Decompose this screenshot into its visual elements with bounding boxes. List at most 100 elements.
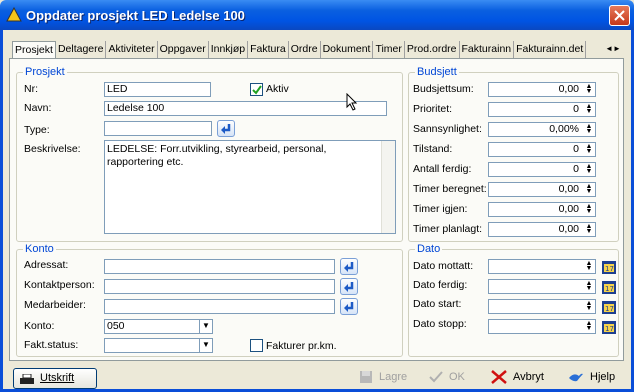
dato-mottatt-label: Dato mottatt:	[413, 260, 474, 272]
spinner-arrows-icon[interactable]: ▲ ▼	[584, 103, 594, 115]
tab-aktiviteter[interactable]: Aktiviteter	[106, 41, 158, 59]
spinner-arrows-icon[interactable]: ▲ ▼	[584, 163, 594, 175]
window-border-left	[0, 30, 3, 392]
beskrivelse-scrollbar[interactable]	[381, 141, 395, 233]
fakturer-pr-km-label: Fakturer pr.km.	[266, 340, 337, 352]
dato-stopp-label: Dato stopp:	[413, 318, 467, 330]
adressat-field[interactable]	[104, 259, 335, 274]
prosjekt-legend: Prosjekt	[23, 66, 67, 78]
tab-ordre[interactable]: Ordre	[289, 41, 321, 59]
print-button[interactable]: Utskrift	[13, 368, 97, 389]
spinner-arrows-icon[interactable]: ▲ ▼	[584, 83, 594, 95]
tab-dokument[interactable]: Dokument	[321, 41, 374, 59]
sannsynlighet-field[interactable]: 0,00% ▲ ▼	[488, 122, 596, 137]
timer-beregnet-field[interactable]: 0,00 ▲ ▼	[488, 182, 596, 197]
lookup-arrow-icon	[344, 262, 354, 272]
lookup-arrow-icon	[344, 282, 354, 292]
timer-planlagt-field[interactable]: 0,00 ▲ ▼	[488, 222, 596, 237]
svg-text:17: 17	[605, 265, 614, 273]
tab-innkjop[interactable]: Innkjøp	[209, 41, 249, 59]
dato-stopp-field[interactable]: ▲ ▼	[488, 319, 596, 334]
tab-timer[interactable]: Timer	[373, 41, 405, 59]
budsjettsum-value: 0,00	[558, 83, 579, 95]
ok-label: OK	[449, 371, 465, 383]
nr-field[interactable]: LED	[104, 82, 211, 97]
spinner-arrows-icon[interactable]: ▲ ▼	[584, 183, 594, 195]
spinner-arrows-icon[interactable]: ▲ ▼	[584, 203, 594, 215]
budsjett-legend: Budsjett	[415, 66, 459, 78]
tab-oppgaver[interactable]: Oppgaver	[158, 41, 209, 59]
save-label: Lagre	[379, 371, 408, 383]
spinner-arrows-icon[interactable]: ▲ ▼	[584, 280, 594, 292]
window-title: Oppdater prosjekt LED Ledelse 100	[26, 8, 245, 23]
timer-planlagt-label: Timer planlagt:	[413, 223, 483, 235]
adressat-label: Adressat:	[24, 259, 69, 271]
fakturer-pr-km-checkbox[interactable]	[250, 339, 263, 352]
beskrivelse-textarea[interactable]: LEDELSE: Forr.utvikling, styrearbeid, pe…	[104, 140, 396, 234]
calendar-icon[interactable]: 17	[601, 279, 617, 295]
tab-faktura[interactable]: Faktura	[248, 41, 289, 59]
tab-scroll-arrows[interactable]: ◄►	[604, 42, 622, 56]
type-label: Type:	[24, 124, 50, 136]
tilstand-field[interactable]: 0 ▲ ▼	[488, 142, 596, 157]
spinner-arrows-icon[interactable]: ▲ ▼	[584, 300, 594, 312]
lookup-arrow-icon	[221, 124, 231, 134]
cancel-label: Avbryt	[513, 371, 544, 383]
dato-ferdig-label: Dato ferdig:	[413, 279, 468, 291]
konto-value: 050	[107, 320, 125, 332]
spinner-arrows-icon[interactable]: ▲ ▼	[584, 143, 594, 155]
timer-planlagt-value: 0,00	[558, 223, 579, 235]
tab-deltagere[interactable]: Deltagere	[56, 41, 107, 59]
spinner-arrows-icon[interactable]: ▲ ▼	[584, 223, 594, 235]
prioritet-field[interactable]: 0 ▲ ▼	[488, 102, 596, 117]
type-lookup-button[interactable]	[217, 120, 235, 137]
lookup-arrow-icon	[344, 302, 354, 312]
medarbeider-lookup-button[interactable]	[340, 298, 358, 315]
tab-fakturainn-det[interactable]: Fakturainn.det	[514, 41, 587, 59]
spinner-arrows-icon[interactable]: ▲ ▼	[584, 260, 594, 272]
svg-text:17: 17	[605, 305, 614, 313]
save-icon	[360, 371, 372, 383]
medarbeider-field[interactable]	[104, 299, 335, 314]
calendar-icon[interactable]: 17	[601, 319, 617, 335]
close-button[interactable]	[609, 5, 630, 26]
kontaktperson-lookup-button[interactable]	[340, 278, 358, 295]
mouse-cursor-icon	[346, 93, 358, 111]
navn-label: Navn:	[24, 102, 52, 114]
checkmark-icon	[252, 85, 262, 95]
konto-combo[interactable]: 050 ▼	[104, 319, 213, 334]
spinner-arrows-icon[interactable]: ▲ ▼	[584, 320, 594, 332]
tab-strip: Prosjekt Deltagere Aktiviteter Oppgaver Innk…	[12, 41, 602, 59]
dato-ferdig-field[interactable]: ▲ ▼	[488, 279, 596, 294]
spinner-arrows-icon[interactable]: ▲ ▼	[584, 123, 594, 135]
tab-panel: Prosjekt Nr: LED Aktiv Navn: Ledelse 100…	[9, 58, 624, 361]
tab-prosjekt[interactable]: Prosjekt	[12, 41, 56, 59]
adressat-lookup-button[interactable]	[340, 258, 358, 275]
budsjettsum-label: Budsjettsum:	[413, 83, 474, 95]
dato-mottatt-field[interactable]: ▲ ▼	[488, 259, 596, 274]
tab-prod-ordre[interactable]: Prod.ordre	[405, 41, 460, 59]
type-field[interactable]	[104, 121, 212, 136]
navn-field[interactable]: Ledelse 100	[104, 101, 387, 116]
antall-ferdig-field[interactable]: 0 ▲ ▼	[488, 162, 596, 177]
help-bird-icon	[569, 373, 583, 382]
antall-ferdig-value: 0	[573, 163, 579, 175]
timer-igjen-field[interactable]: 0,00 ▲ ▼	[488, 202, 596, 217]
chevron-down-icon[interactable]: ▼	[199, 320, 212, 333]
tab-fakturainn[interactable]: Fakturainn	[460, 41, 515, 59]
calendar-icon[interactable]: 17	[601, 259, 617, 275]
dato-start-field[interactable]: ▲ ▼	[488, 299, 596, 314]
kontaktperson-field[interactable]	[104, 279, 335, 294]
tilstand-label: Tilstand:	[413, 143, 453, 155]
timer-igjen-label: Timer igjen:	[413, 203, 468, 215]
konto-legend: Konto	[23, 243, 56, 255]
chevron-down-icon[interactable]: ▼	[199, 339, 212, 352]
fakt-status-combo[interactable]: ▼	[104, 338, 213, 353]
timer-beregnet-value: 0,00	[558, 183, 579, 195]
beskrivelse-label: Beskrivelse:	[24, 143, 81, 155]
budsjettsum-field[interactable]: 0,00 ▲ ▼	[488, 82, 596, 97]
konto-label: Konto:	[24, 320, 55, 332]
app-icon	[6, 7, 22, 22]
calendar-icon[interactable]: 17	[601, 299, 617, 315]
aktiv-checkbox[interactable]	[250, 83, 263, 96]
